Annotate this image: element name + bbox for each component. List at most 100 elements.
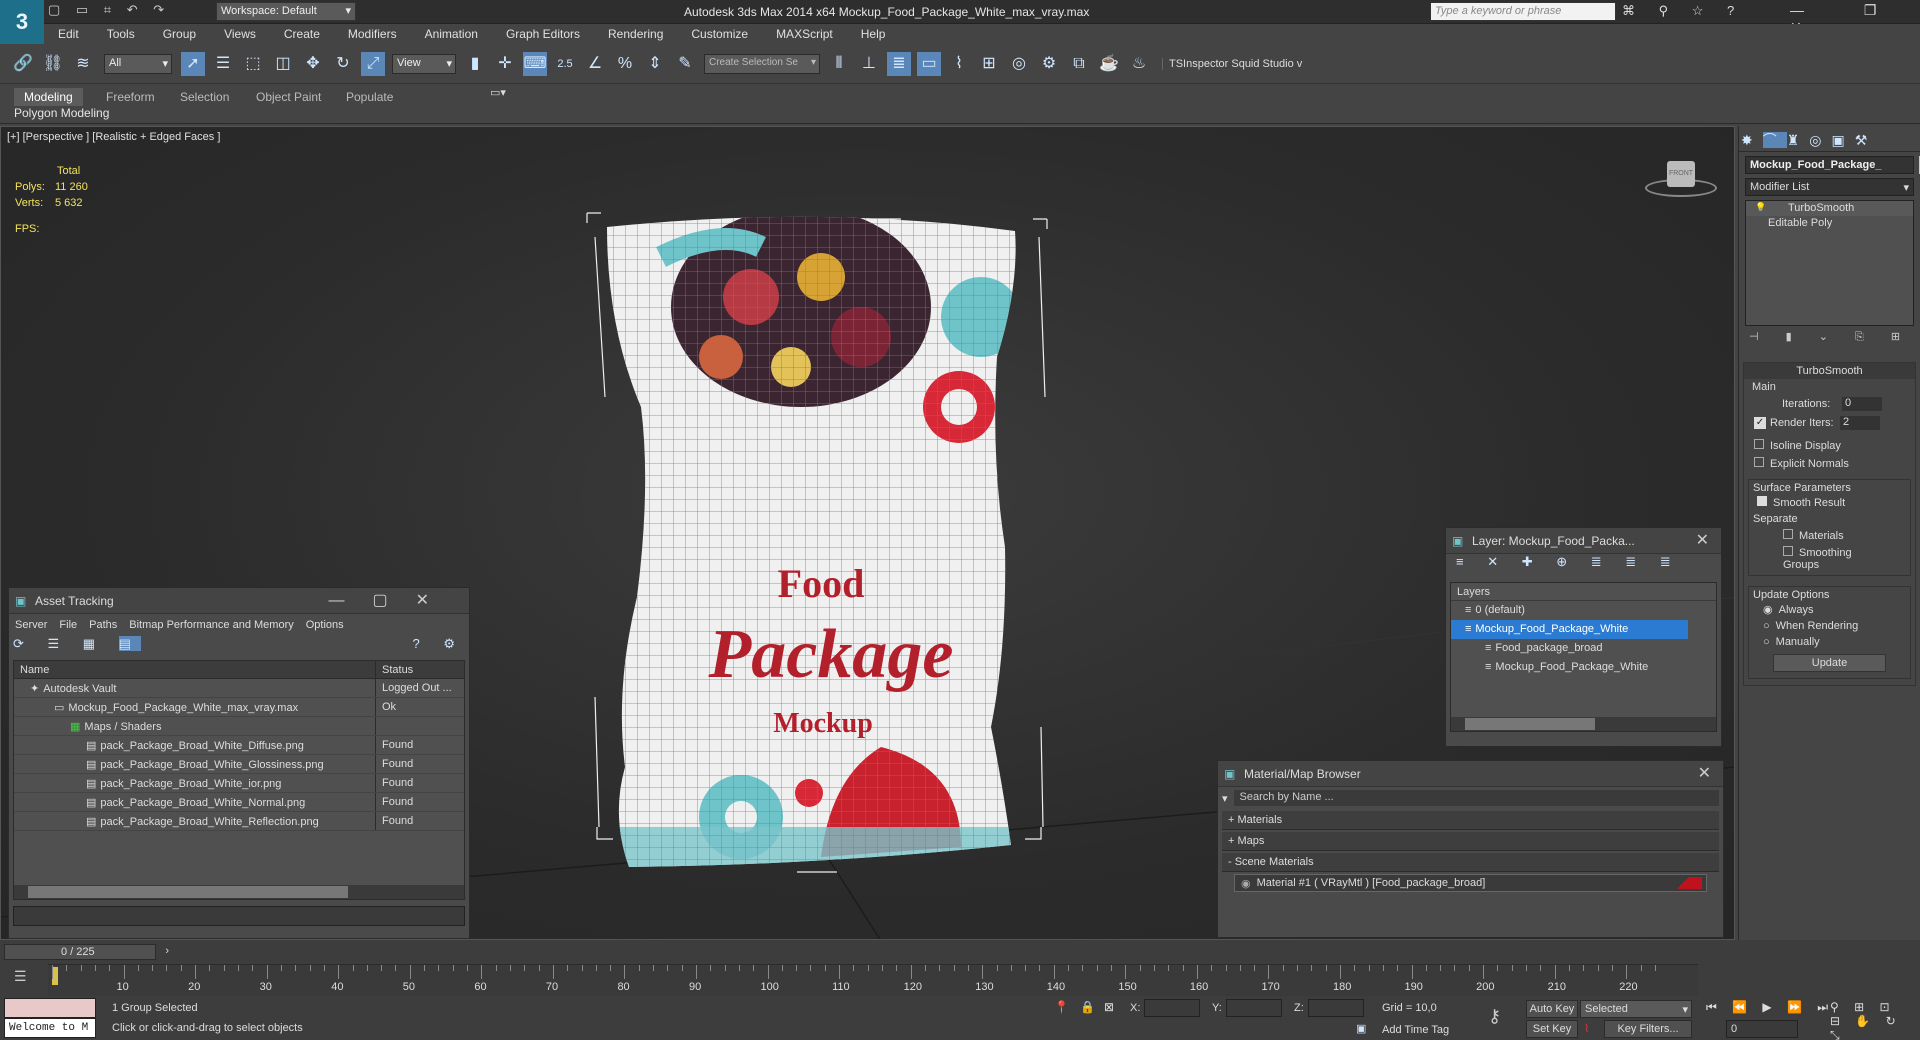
table-row[interactable]: ✦ Autodesk Vault Logged Out ...	[14, 679, 464, 698]
smooth-result-row[interactable]: Smooth Result	[1753, 494, 1906, 511]
tab-selection[interactable]: Selection	[170, 88, 239, 106]
set-key-icon[interactable]: ⌇	[1584, 1022, 1589, 1035]
menu-item-edit[interactable]: Edit	[44, 27, 93, 41]
table-row[interactable]: ▤ pack_Package_Broad_White_Glossiness.png…	[14, 755, 464, 774]
move-icon[interactable]: ✥	[301, 52, 325, 76]
table-row[interactable]: ▤ pack_Package_Broad_White_Reflection.png…	[14, 812, 464, 831]
menu-item-customize[interactable]: Customize	[677, 27, 762, 41]
explicit-checkbox[interactable]	[1754, 457, 1764, 467]
asset-path-field[interactable]	[13, 906, 465, 926]
track-bar[interactable]: 10 20 30 40 50 60 70 80 90 100 110 120 130 140 150 160 1…	[48, 964, 1698, 996]
curve-editor-icon[interactable]: ⌇	[947, 52, 971, 76]
table-row[interactable]: ▤ pack_Package_Broad_White_ior.png Found	[14, 774, 464, 793]
column-status-header[interactable]: Status	[376, 661, 419, 678]
maxscript-output[interactable]: Welcome to M	[4, 1018, 96, 1038]
stack-item-turbosmooth[interactable]: 💡 TurboSmooth	[1746, 201, 1913, 216]
set-key-button[interactable]: Set Key	[1526, 1020, 1578, 1038]
bind-spacewarp-icon[interactable]: ≋	[71, 52, 95, 76]
key-mode-dropdown[interactable]: Selected ▾	[1580, 1000, 1692, 1018]
table-row[interactable]: ▤ pack_Package_Broad_White_Normal.png Foun…	[14, 793, 464, 812]
auto-key-button[interactable]: Auto Key	[1526, 1000, 1578, 1018]
scene-material-item[interactable]: ◉ Material #1 ( VRayMtl ) [Food_package_…	[1234, 874, 1707, 892]
stack-item-editable-poly[interactable]: Editable Poly	[1746, 216, 1913, 231]
edit-named-selection-icon[interactable]: ✎	[673, 52, 697, 76]
add-time-tag[interactable]: Add Time Tag	[1382, 1024, 1449, 1036]
smoothing-groups-checkbox[interactable]	[1783, 546, 1793, 556]
y-coordinate-field[interactable]	[1226, 999, 1282, 1017]
angle-snap-icon[interactable]: ∠	[583, 52, 607, 76]
menu-item-modifiers[interactable]: Modifiers	[334, 27, 411, 41]
menu-item-tools[interactable]: Tools	[93, 27, 149, 41]
rendered-frame-window-icon[interactable]: ⧉	[1067, 52, 1091, 76]
rotate-icon[interactable]: ↻	[331, 52, 355, 76]
tab-populate[interactable]: Populate	[336, 88, 403, 106]
materials-checkbox[interactable]	[1783, 529, 1793, 539]
render-iters-spinner[interactable]: 2	[1840, 416, 1880, 430]
pivot-icon[interactable]: ▮	[463, 52, 487, 76]
tab-modeling[interactable]: Modeling	[14, 88, 83, 106]
x-coordinate-field[interactable]	[1144, 999, 1200, 1017]
scale-icon[interactable]: ⤢	[361, 51, 385, 76]
workspace-dropdown[interactable]: Workspace: Default ▾	[216, 2, 356, 21]
mirror-icon[interactable]: ⫴	[827, 52, 851, 76]
plugin-toolbar-label[interactable]: TSInspector Squid Studio v	[1162, 57, 1302, 70]
material-editor-icon[interactable]: ◎	[1007, 52, 1031, 76]
material-section-header[interactable]: + Maps	[1222, 832, 1719, 851]
lightbulb-icon[interactable]: 💡	[1755, 202, 1766, 213]
table-row[interactable]: ▦ Maps / Shaders	[14, 717, 464, 736]
iterations-spinner[interactable]: 0	[1842, 397, 1882, 411]
viewcube[interactable]: FRONT	[1641, 157, 1721, 201]
asset-menu-paths[interactable]: Paths	[89, 619, 117, 631]
update-button[interactable]: Update	[1773, 654, 1886, 672]
app-logo[interactable]: 3	[0, 0, 44, 44]
render-setup-icon[interactable]: ⚙	[1037, 52, 1061, 76]
align-icon[interactable]: ⊥	[857, 52, 881, 76]
asset-menu-server[interactable]: Server	[15, 619, 47, 631]
percent-snap-icon[interactable]: %	[613, 52, 637, 76]
menu-item-animation[interactable]: Animation	[411, 27, 492, 41]
table-row[interactable]: ▭ Mockup_Food_Package_White_max_vray.max O…	[14, 698, 464, 717]
render-iters-checkbox[interactable]: ✓	[1754, 417, 1766, 429]
schematic-view-icon[interactable]: ⊞	[977, 52, 1001, 76]
smoothing-groups-row[interactable]: Smoothing Groups	[1753, 544, 1906, 573]
spinner-snap-icon[interactable]: ⇕	[643, 52, 667, 76]
time-tag-icon[interactable]: ▣	[1356, 1022, 1366, 1035]
layer-row[interactable]: ≡ Food_package_broad	[1451, 639, 1716, 658]
material-section-header[interactable]: + Materials	[1222, 811, 1719, 830]
layer-row[interactable]: ≡ 0 (default)	[1451, 601, 1716, 620]
lock-icon[interactable]: 🔒	[1080, 1000, 1095, 1014]
absolute-mode-icon[interactable]: ⊠	[1104, 1000, 1114, 1014]
playback-controls[interactable]: ⏮ ⏪ ▶ ⏩ ⏭	[1706, 1000, 1834, 1015]
select-object-icon[interactable]: ➚	[181, 51, 205, 76]
menu-item-group[interactable]: Group	[149, 27, 210, 41]
asset-menu-file[interactable]: File	[59, 619, 77, 631]
menu-item-help[interactable]: Help	[847, 27, 900, 41]
table-row[interactable]: ▤ pack_Package_Broad_White_Diffuse.png Fou…	[14, 736, 464, 755]
unlink-icon[interactable]: ⛓	[41, 52, 65, 76]
isoline-row[interactable]: Isoline Display	[1744, 433, 1915, 452]
render-iterative-icon[interactable]: ♨	[1127, 52, 1151, 76]
ribbon-sublabel[interactable]: Polygon Modeling	[14, 106, 109, 120]
mini-curve-editor-icon[interactable]: ☰	[14, 968, 27, 985]
layer-row[interactable]: ≡ Mockup_Food_Package_White	[1451, 620, 1688, 639]
horizontal-scrollbar[interactable]	[14, 885, 464, 899]
reference-coordinate-dropdown[interactable]: View ▾	[392, 53, 456, 74]
key-icon[interactable]: ⚷	[1488, 1006, 1501, 1027]
layer-row[interactable]: ≡ Mockup_Food_Package_White	[1451, 658, 1716, 677]
viewport-label[interactable]: [+] [Perspective ] [Realistic + Edged Fa…	[7, 131, 220, 143]
menu-item-rendering[interactable]: Rendering	[594, 27, 677, 41]
material-search-input[interactable]: Search by Name ...	[1233, 790, 1719, 806]
layer-manager-icon[interactable]: ≣	[887, 51, 911, 76]
manually-radio[interactable]: ○ Manually	[1753, 634, 1906, 650]
select-manipulate-icon[interactable]: ✛	[493, 52, 517, 76]
modifier-list-dropdown[interactable]: Modifier List ▾	[1745, 178, 1914, 196]
selection-filter-dropdown[interactable]: All ▾	[104, 53, 172, 74]
close-icon[interactable]: ✕	[1696, 528, 1709, 554]
ribbon-options-icon[interactable]: ▭▾	[490, 86, 506, 99]
column-name-header[interactable]: Name	[14, 661, 376, 678]
rollout-title[interactable]: TurboSmooth	[1744, 363, 1915, 379]
time-slider[interactable]: 0 / 225 ›	[4, 944, 169, 960]
maxscript-listener[interactable]	[4, 998, 96, 1018]
named-selection-set-dropdown[interactable]: Create Selection Se ▾	[704, 53, 820, 74]
when-rendering-radio[interactable]: ○ When Rendering	[1753, 618, 1906, 634]
